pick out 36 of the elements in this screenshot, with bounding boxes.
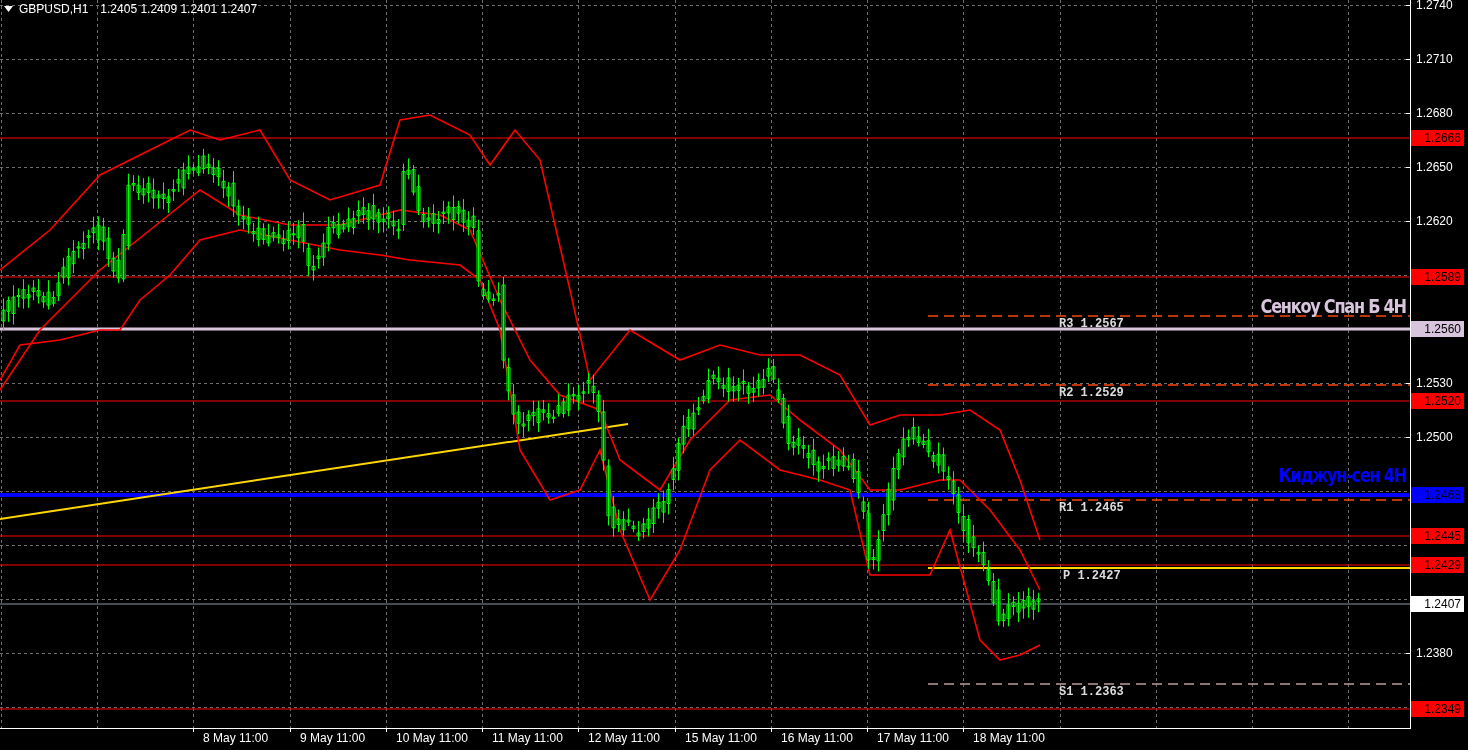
price-tick-label: 1.2740 (1416, 0, 1453, 12)
time-tick-label: 17 May 11:00 (877, 731, 949, 745)
time-tick-label: 10 May 11:00 (396, 731, 468, 745)
time-tick-label: 15 May 11:00 (685, 731, 757, 745)
time-tick-label: 11 May 11:00 (492, 731, 563, 745)
pivot-label: P 1.2427 (1063, 569, 1121, 583)
time-tick-label: 18 May 11:00 (973, 731, 1045, 745)
time-tick-label: 16 May 11:00 (781, 731, 853, 745)
price-tick-label: 1.2380 (1416, 646, 1453, 660)
price-tick-label: 1.2530 (1416, 376, 1453, 390)
price-level-label: 1.2445 (1411, 528, 1464, 544)
time-tick-label: 9 May 11:00 (300, 731, 366, 745)
pivot-label: R1 1.2465 (1059, 501, 1124, 515)
time-tick-label: 8 May 11:00 (203, 731, 269, 745)
price-level-label: 1.2520 (1411, 393, 1464, 409)
symbol-timeframe: GBPUSD,H1 (19, 1, 89, 17)
price-tick-label: 1.2710 (1416, 52, 1453, 66)
price-level-label: 1.2666 (1411, 130, 1464, 146)
price-level-label: 1.2560 (1411, 321, 1464, 337)
dropdown-triangle-icon[interactable] (4, 6, 13, 12)
price-level-label: 1.2407 (1411, 596, 1464, 612)
pivot-label: R3 1.2567 (1059, 317, 1124, 331)
annotation-label: Киджун-сен 4H (1278, 463, 1406, 487)
time-tick-label: 12 May 11:00 (588, 731, 660, 745)
price-level-label: 1.2468 (1411, 487, 1464, 503)
pivot-label: R2 1.2529 (1059, 386, 1124, 400)
price-tick-label: 1.2620 (1416, 214, 1453, 228)
price-tick-label: 1.2500 (1416, 430, 1453, 444)
price-level-label: 1.2429 (1411, 557, 1464, 573)
price-level-label: 1.2349 (1411, 701, 1464, 717)
price-tick-label: 1.2680 (1416, 106, 1453, 120)
pivot-label: S1 1.2363 (1059, 685, 1124, 699)
price-level-label: 1.2589 (1411, 269, 1464, 285)
ohlc-values: 1.2405 1.2409 1.2401 1.2407 (100, 1, 258, 17)
price-tick-label: 1.2650 (1416, 160, 1453, 174)
annotation-label: Сенкоу Спан Б 4H (1260, 294, 1406, 318)
